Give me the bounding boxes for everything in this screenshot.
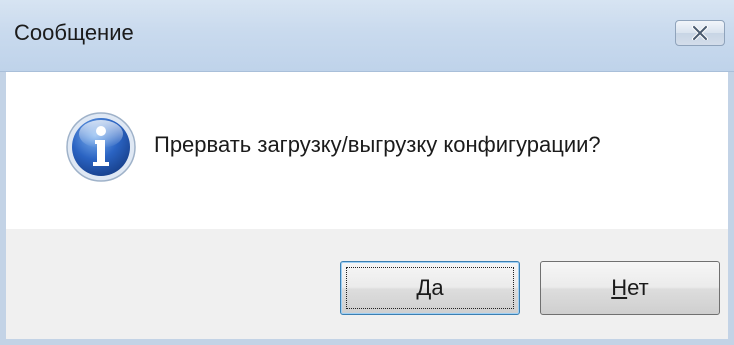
yes-mnemonic: Д — [416, 275, 432, 300]
no-mnemonic: Н — [611, 275, 628, 300]
message-text: Прервать загрузку/выгрузку конфигурации? — [154, 132, 601, 157]
no-button-label: Нет — [611, 275, 648, 301]
yes-button[interactable]: Да — [340, 261, 520, 315]
close-button[interactable] — [675, 20, 725, 46]
no-label-rest: ет — [627, 275, 649, 300]
message-area: Прервать загрузку/выгрузку конфигурации? — [0, 72, 734, 229]
message-dialog: Сообщение Прервать загрузку/выгрузку кон… — [0, 0, 734, 345]
yes-label-rest: а — [431, 275, 444, 300]
info-icon — [66, 112, 136, 182]
title-bar[interactable]: Сообщение — [0, 0, 734, 72]
close-x-icon — [692, 26, 708, 40]
dialog-title: Сообщение — [14, 20, 134, 45]
yes-button-label: Да — [416, 275, 443, 301]
no-button[interactable]: Нет — [540, 261, 720, 315]
button-bar: Да Нет — [0, 229, 734, 345]
